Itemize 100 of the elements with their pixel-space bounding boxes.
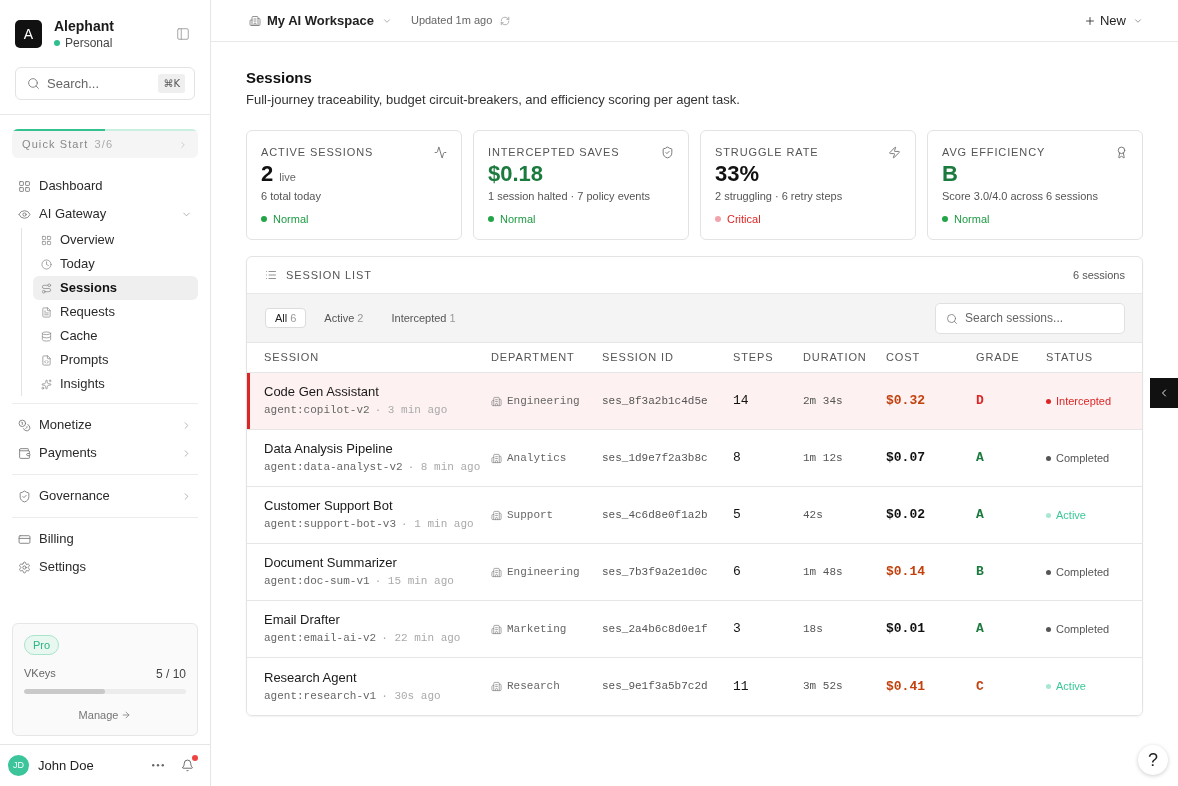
nav-subitem[interactable]: Today [33,252,198,276]
table-row[interactable]: Document Summarizer agent:doc-sum-v1 · 15 min ago Engineering ses_7b3f9a2e1d0c 6 1m 48s $0.14 B Completed [247,544,1142,601]
panel-title: SESSION LIST [286,267,372,283]
eye-icon [18,207,31,221]
nav-item[interactable]: Dashboard [12,172,198,200]
page-subtitle: Full-journey traceability, budget circuit-breakers, and efficiency scoring per agent task. [246,91,741,108]
document-icon [41,306,52,318]
workspace-name: Alephant [54,17,114,35]
nav-item[interactable]: Governance [12,482,198,510]
session-age: · 15 min ago [374,574,454,590]
column-header: DURATION [803,350,868,366]
stat-detail: 2 struggling · 6 retry steps [715,189,844,203]
department-name: Engineering [507,564,580,580]
table-row[interactable]: Customer Support Bot agent:support-bot-v3 · 1 min ago Support ses_4c6d8e0f1a2b 5 42s $0.02 A Active [247,487,1142,544]
nav-subitem[interactable]: Prompts [33,348,198,372]
new-button[interactable]: New [1084,10,1143,31]
department-name: Support [507,507,554,523]
nav-subitem[interactable]: Sessions [33,276,198,300]
steps-count: 14 [733,392,750,411]
collapse-sidebar-button[interactable] [176,27,190,41]
nav-subitem[interactable]: Cache [33,324,198,348]
stat-label: INTERCEPTED SAVES [488,145,620,159]
filter-tab[interactable]: Intercepted 1 [381,308,466,328]
stat-label: ACTIVE SESSIONS [261,145,374,159]
filter-tab[interactable]: Active 2 [314,308,374,328]
table-row[interactable]: Code Gen Assistant agent:copilot-v2 · 3 min ago Engineering ses_8f3a2b1c4d5e 14 2m 34s $0.32 D Intercepted [247,373,1142,430]
manage-button[interactable]: Manage [78,706,132,723]
refresh-button[interactable] [500,15,511,26]
nav-subitem[interactable]: Requests [33,300,198,324]
agent-id: agent:email-ai-v2 [264,631,377,647]
session-id: ses_9e1f3a5b7c2d [602,679,709,695]
shield-check-icon [18,489,31,503]
nav-item[interactable]: Monetize [12,411,198,439]
building-icon [491,623,502,635]
column-header: SESSION ID [602,350,675,366]
stat-value: 33% [715,161,760,187]
activity-icon [434,145,447,159]
session-count: 6 sessions [1073,267,1125,283]
stat-detail: Score 3.0/4.0 across 6 sessions [942,189,1099,203]
nav-subitem[interactable]: Overview [33,228,198,252]
table-row[interactable]: Email Drafter agent:email-ai-v2 · 22 min ago Marketing ses_2a4b6c8d0e1f 3 18s $0.01 A Completed [247,601,1142,658]
agent-id: agent:doc-sum-v1 [264,574,370,590]
grade-letter: A [976,449,985,468]
sparkles-icon [41,378,52,390]
session-age: · 30s ago [381,688,441,704]
status-label: Critical [727,212,761,226]
grid-icon [18,179,31,193]
nav-item[interactable]: Payments [12,439,198,467]
chevron-right-icon [178,139,188,150]
grade-letter: A [976,620,985,639]
table-row[interactable]: Data Analysis Pipeline agent:data-analyst-v2 · 8 min ago Analytics ses_1d9e7f2a3b8c 8 1m 12s $0.07 A Completed [247,430,1142,487]
stat-label: STRUGGLE RATE [715,145,819,159]
department-name: Research [507,679,560,695]
session-name: Document Summarizer [264,554,398,572]
filter-tab[interactable]: All 6 [265,308,307,328]
workspace-logo: A [15,20,42,48]
bell-icon [181,759,194,772]
arrow-right-icon [121,709,132,720]
session-id: ses_8f3a2b1c4d5e [602,393,709,409]
meter-label: VKeys [24,666,56,682]
nav-item[interactable]: Settings [12,553,198,581]
clock-icon [41,258,52,270]
status-label: Active [1056,679,1086,695]
agent-id: agent:research-v1 [264,688,377,704]
grade-letter: B [976,563,985,582]
building-icon [491,566,502,578]
grid-icon [41,234,52,246]
session-id: ses_7b3f9a2e1d0c [602,564,709,580]
page-title: Sessions [246,68,313,88]
status-label: Normal [273,212,309,226]
wallet-icon [18,446,31,460]
workspace-switcher[interactable]: My AI Workspace [249,10,392,31]
grade-letter: A [976,506,985,525]
stat-value: 2 [261,161,274,187]
database-icon [41,330,52,342]
department-name: Engineering [507,393,580,409]
table-row[interactable]: Research Agent agent:research-v1 · 30s ago Research ses_9e1f3a5b7c2d 11 3m 52s $0.41 C Active [247,658,1142,715]
cost-value: $0.07 [886,449,926,468]
search-icon [946,312,958,325]
session-name: Data Analysis Pipeline [264,440,394,458]
updated-label: Updated 1m ago [410,13,493,29]
search-field[interactable]: Search sessions... [935,302,1125,334]
stat-value: B [942,161,958,187]
cost-value: $0.32 [886,392,926,411]
session-id: ses_2a4b6c8d0e1f [602,621,709,637]
stat-value: $0.18 [488,161,544,187]
session-age: · 22 min ago [381,631,461,647]
shield-check-icon [661,145,674,159]
nav-subitem[interactable]: Insights [33,372,198,396]
nav-item[interactable]: AI Gateway [12,200,198,228]
session-id: ses_1d9e7f2a3b8c [602,450,709,466]
panel-toggle-button[interactable] [1150,378,1178,408]
status-label: Completed [1056,621,1110,637]
steps-count: 11 [733,677,750,696]
coins-icon [18,418,31,432]
column-header: COST [886,350,922,366]
agent-id: agent:data-analyst-v2 [264,460,403,476]
nav-item[interactable]: Billing [12,525,198,553]
help-button[interactable]: ? [1138,745,1168,775]
duration-text: 18s [803,621,824,637]
